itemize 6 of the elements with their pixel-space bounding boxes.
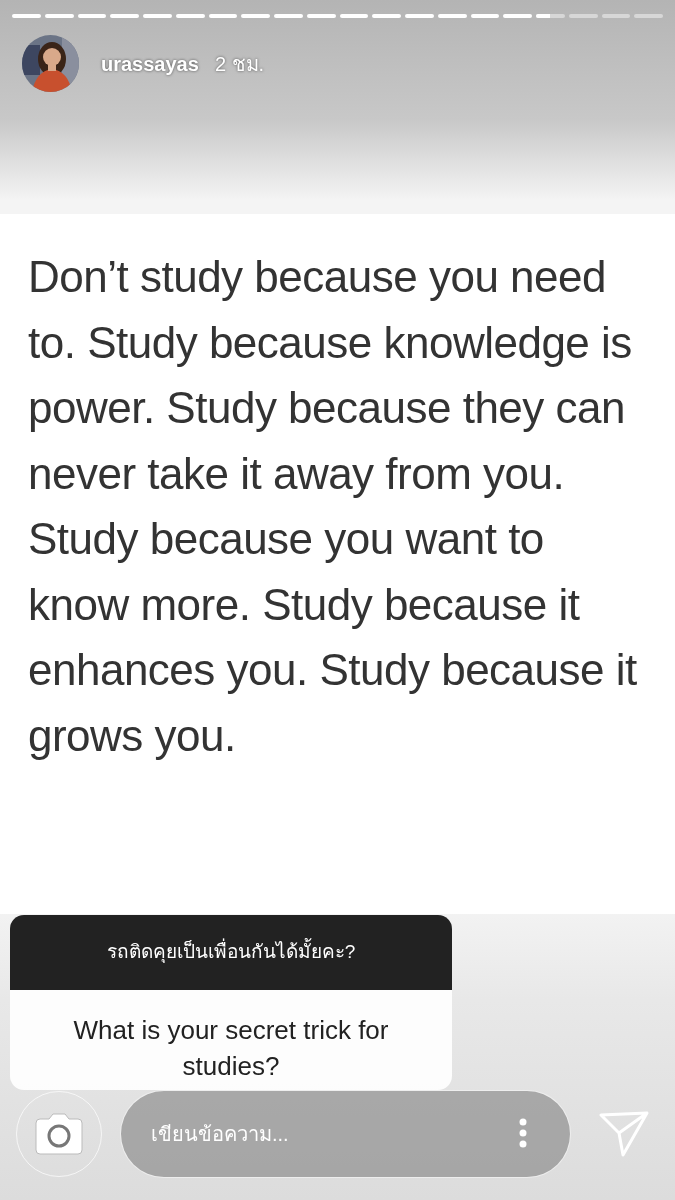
- username[interactable]: urassayas: [101, 49, 199, 79]
- question-text: What is your secret trick for studies?: [73, 1015, 389, 1081]
- question-sticker-title: รถติดคุยเป็นเพื่อนกันได้มั้ยคะ?: [10, 915, 452, 990]
- post-time: 2 ชม.: [214, 52, 265, 77]
- message-field[interactable]: เขียนข้อความ...: [120, 1090, 571, 1178]
- quote-text: Don’t study because you need to. Study because knowledge is power. Study because they can never take it away from you. Study because you want to know more. Study because it enhances you. Study because it grows you.: [28, 251, 638, 762]
